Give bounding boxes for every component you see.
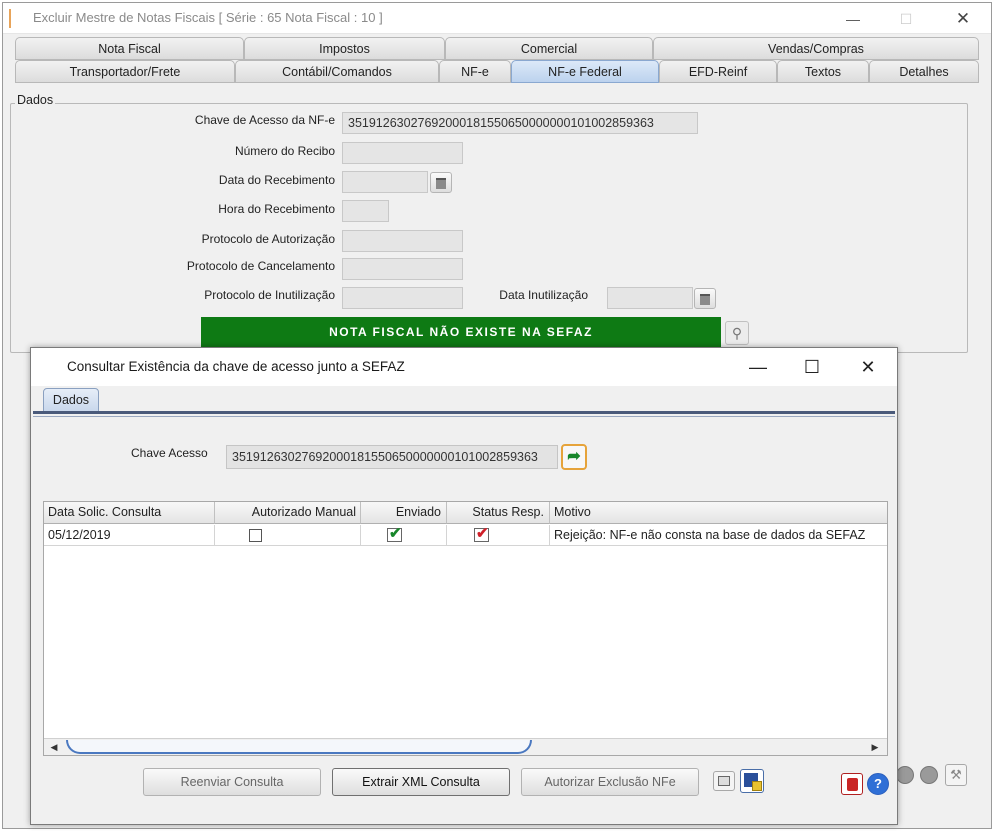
calendar-icon[interactable] <box>430 172 452 193</box>
horizontal-scrollbar[interactable]: ◀ ▶ <box>44 738 887 755</box>
tab-efd-reinf[interactable]: EFD-Reinf <box>659 60 777 83</box>
protocolo-autorizacao-label: Protocolo de Autorização <box>201 232 335 246</box>
extrair-xml-button[interactable]: Extrair XML Consulta <box>332 768 510 796</box>
tab-vendas-compras[interactable]: Vendas/Compras <box>653 37 979 60</box>
reenviar-consulta-button[interactable]: Reenviar Consulta <box>143 768 321 796</box>
tab-transportador-frete[interactable]: Transportador/Frete <box>15 60 235 83</box>
refresh-arrow-icon[interactable]: ➦ <box>561 444 587 470</box>
dialog-minimize-button[interactable]: — <box>738 352 778 382</box>
chave-acesso-field[interactable]: 3519126302769200018155065000000010100285… <box>226 445 558 469</box>
magnifier-icon[interactable]: ⚲ <box>725 321 749 345</box>
checkmark-icon[interactable]: ✔ <box>474 525 489 542</box>
tab-divider <box>33 416 895 417</box>
scrollbar-thumb[interactable] <box>66 740 532 754</box>
app-icon <box>9 9 11 28</box>
protocolo-inutilizacao-field[interactable] <box>342 287 463 309</box>
data-recebimento-label: Data do Recebimento <box>218 173 335 187</box>
chave-acesso-field[interactable]: 3519126302769200018155065000000010100285… <box>342 112 698 134</box>
tab-divider <box>33 411 895 414</box>
tab-detalhes[interactable]: Detalhes <box>869 60 979 83</box>
calendar-icon[interactable] <box>694 288 716 309</box>
circle-icon[interactable] <box>896 766 914 784</box>
cell-enviado[interactable]: ✔ <box>361 525 447 546</box>
protocolo-inutilizacao-label: Protocolo de Inutilização <box>204 288 335 302</box>
scroll-left-icon[interactable]: ◀ <box>47 741 61 754</box>
protocolo-autorizacao-field[interactable] <box>342 230 463 252</box>
column-header[interactable]: Autorizado Manual <box>215 502 361 524</box>
data-inutilizacao-field[interactable] <box>607 287 693 309</box>
column-header[interactable]: Enviado <box>361 502 447 524</box>
numero-recibo-label: Número do Recibo <box>234 144 335 158</box>
cell-motivo[interactable]: Rejeição: NF-e não consta na base de dad… <box>550 525 887 546</box>
data-recebimento-field[interactable] <box>342 171 428 193</box>
tab-nfe-federal[interactable]: NF-e Federal <box>511 60 659 83</box>
checkbox[interactable] <box>249 529 262 542</box>
hora-recebimento-field[interactable] <box>342 200 389 222</box>
tab-contabil-comandos[interactable]: Contábil/Comandos <box>235 60 439 83</box>
column-header[interactable]: Data Solic. Consulta <box>44 502 215 524</box>
dados-group-label: Dados <box>15 93 56 107</box>
tab-comercial[interactable]: Comercial <box>445 37 653 60</box>
cell-autorizado-manual[interactable] <box>215 525 361 546</box>
circle-icon[interactable] <box>920 766 938 784</box>
dialog-tab-dados[interactable]: Dados <box>43 388 99 412</box>
tab-textos[interactable]: Textos <box>777 60 869 83</box>
tab-nfe[interactable]: NF-e <box>439 60 511 83</box>
window-title: Excluir Mestre de Notas Fiscais [ Série … <box>33 10 383 25</box>
minimize-button[interactable]: — <box>838 7 868 31</box>
column-header[interactable]: Status Resp. <box>447 502 550 524</box>
status-banner: NOTA FISCAL NÃO EXISTE NA SEFAZ <box>201 317 721 347</box>
cell-data-solicitacao[interactable]: 05/12/2019 <box>44 525 215 546</box>
autorizar-exclusao-button[interactable]: Autorizar Exclusão NFe <box>521 768 699 796</box>
cell-status-resp[interactable]: ✔ <box>447 525 550 546</box>
export-save-icon[interactable] <box>740 769 764 793</box>
numero-recibo-field[interactable] <box>342 142 463 164</box>
wrench-icon[interactable]: ⚒ <box>945 764 967 786</box>
dialog-title: Consultar Existência da chave de acesso … <box>67 359 405 374</box>
dialog-titlebar: Consultar Existência da chave de acesso … <box>31 348 897 386</box>
consulta-dialog: Consultar Existência da chave de acesso … <box>30 347 898 825</box>
main-titlebar: Excluir Mestre de Notas Fiscais [ Série … <box>3 3 991 34</box>
protocolo-cancelamento-field[interactable] <box>342 258 463 280</box>
grid-layout-icon <box>718 776 730 786</box>
folder-icon <box>752 781 762 791</box>
close-button[interactable]: ✕ <box>948 7 978 31</box>
exit-door-icon[interactable] <box>841 773 863 795</box>
chave-acesso-label: Chave Acesso <box>131 446 208 460</box>
hora-recebimento-label: Hora do Recebimento <box>218 202 335 216</box>
exit-door-icon <box>847 778 858 791</box>
tab-impostos[interactable]: Impostos <box>244 37 445 60</box>
tab-nota-fiscal[interactable]: Nota Fiscal <box>15 37 244 60</box>
chave-acesso-label: Chave de Acesso da NF-e <box>194 113 335 127</box>
data-inutilizacao-label: Data Inutilização <box>499 288 588 302</box>
column-header[interactable]: Motivo <box>550 502 887 524</box>
maximize-button[interactable]: ☐ <box>891 7 921 31</box>
consulta-grid: Data Solic. Consulta Autorizado Manual E… <box>43 501 888 756</box>
protocolo-cancelamento-label: Protocolo de Cancelamento <box>186 259 335 273</box>
grid-layout-icon[interactable] <box>713 771 735 791</box>
dialog-maximize-button[interactable]: ☐ <box>792 352 832 382</box>
dados-group <box>10 103 968 353</box>
help-icon[interactable]: ? <box>867 773 889 795</box>
checkmark-icon[interactable]: ✔ <box>387 525 402 542</box>
dialog-close-button[interactable]: ✕ <box>848 352 888 382</box>
scroll-right-icon[interactable]: ▶ <box>868 741 882 754</box>
